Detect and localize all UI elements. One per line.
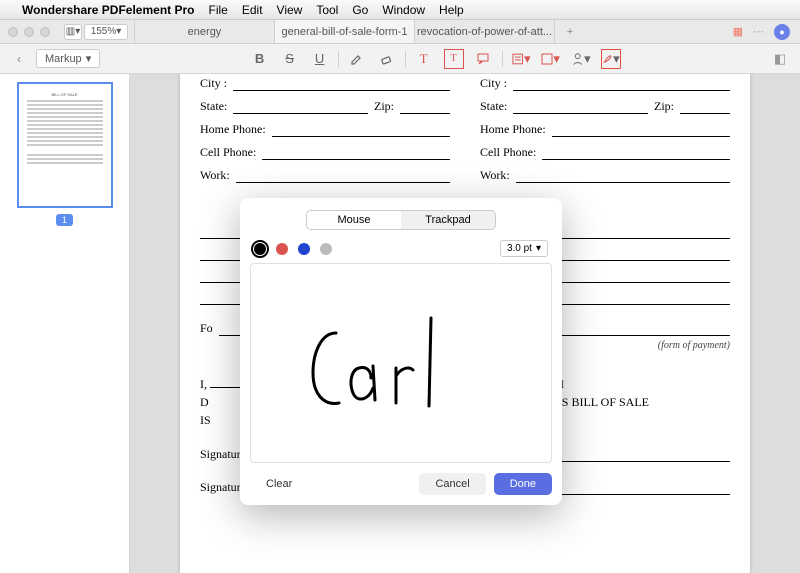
menu-window[interactable]: Window	[382, 3, 425, 17]
tab-bill-of-sale[interactable]: general-bill-of-sale-form-1	[275, 20, 415, 43]
menu-help[interactable]: Help	[439, 3, 464, 17]
segment-trackpad[interactable]: Trackpad	[401, 211, 495, 229]
lbl-home: Home Phone:	[200, 122, 266, 137]
input-mode-segment: Mouse Trackpad	[306, 210, 496, 230]
page-number-badge: 1	[56, 214, 73, 226]
apps-grid-icon[interactable]: ▦	[733, 25, 743, 38]
done-button[interactable]: Done	[494, 473, 552, 495]
lbl-work: Work:	[200, 168, 230, 183]
min-dot[interactable]	[24, 27, 34, 37]
text-style-group: B S U	[250, 49, 330, 69]
eraser-icon[interactable]	[377, 49, 397, 69]
field-city-r[interactable]	[513, 79, 730, 91]
shape-icon[interactable]: ▾	[541, 49, 561, 69]
bold-icon[interactable]: B	[250, 49, 270, 69]
thumbnail-sidebar: BILL OF SALE 1	[0, 74, 130, 573]
textbox-icon[interactable]: T	[444, 49, 464, 69]
clear-button[interactable]: Clear	[250, 473, 308, 495]
note-icon[interactable]: ▾	[511, 49, 531, 69]
sidebar-toggle-icon[interactable]: ▥▾	[64, 24, 82, 40]
lbl-cell: Cell Phone:	[200, 145, 256, 160]
page-thumbnail[interactable]: BILL OF SALE	[17, 82, 113, 208]
draw-pen-icon[interactable]: ▾	[601, 49, 621, 69]
toolbar: ‹ Markup▾ B S U T T ▾ ▾ ▾ ▾	[0, 44, 800, 74]
color-red[interactable]	[276, 243, 288, 255]
strike-icon[interactable]: S	[280, 49, 300, 69]
mode-dropdown[interactable]: Markup▾	[36, 49, 100, 68]
zoom-level[interactable]: 155%▾	[84, 24, 128, 40]
signature-person-icon[interactable]: ▾	[571, 49, 591, 69]
tab-energy[interactable]: energy	[135, 20, 275, 43]
system-menubar: Wondershare PDFelement Pro File Edit Vie…	[0, 0, 800, 20]
menu-go[interactable]: Go	[352, 3, 368, 17]
highlight-icon[interactable]	[347, 49, 367, 69]
callout-icon[interactable]	[474, 49, 494, 69]
back-icon[interactable]: ‹	[10, 52, 28, 66]
menu-edit[interactable]: Edit	[242, 3, 263, 17]
signature-canvas[interactable]	[250, 263, 552, 463]
color-gray[interactable]	[320, 243, 332, 255]
user-avatar[interactable]: ●	[774, 24, 790, 40]
new-tab-button[interactable]: +	[555, 20, 585, 43]
panel-toggle-icon[interactable]: ◧	[770, 49, 790, 69]
lbl-state: State:	[200, 99, 227, 114]
menu-file[interactable]: File	[209, 3, 228, 17]
more-icon[interactable]: ⋯	[753, 25, 764, 38]
lbl-city: City :	[200, 76, 227, 91]
color-black[interactable]	[254, 243, 266, 255]
text-annotation-icon[interactable]: T	[414, 49, 434, 69]
window-controls	[0, 20, 58, 43]
stroke-width-select[interactable]: 3.0 pt▾	[500, 240, 548, 257]
max-dot[interactable]	[40, 27, 50, 37]
zoom-controls: ▥▾ 155%▾	[58, 20, 135, 43]
app-name[interactable]: Wondershare PDFelement Pro	[22, 3, 195, 17]
dialog-buttons: Clear Cancel Done	[250, 473, 552, 495]
tab-revocation[interactable]: revocation-of-power-of-att...	[415, 20, 555, 43]
field-city-l[interactable]	[233, 79, 450, 91]
signature-dialog: Mouse Trackpad 3.0 pt▾ Clear Cancel Done	[240, 198, 562, 505]
underline-icon[interactable]: U	[310, 49, 330, 69]
cancel-button[interactable]: Cancel	[419, 473, 485, 495]
tab-bar: ▥▾ 155%▾ energy general-bill-of-sale-for…	[0, 20, 800, 44]
menu-view[interactable]: View	[277, 3, 303, 17]
color-blue[interactable]	[298, 243, 310, 255]
color-row: 3.0 pt▾	[250, 238, 552, 263]
menu-tool[interactable]: Tool	[316, 3, 338, 17]
close-dot[interactable]	[8, 27, 18, 37]
segment-mouse[interactable]: Mouse	[307, 211, 401, 229]
